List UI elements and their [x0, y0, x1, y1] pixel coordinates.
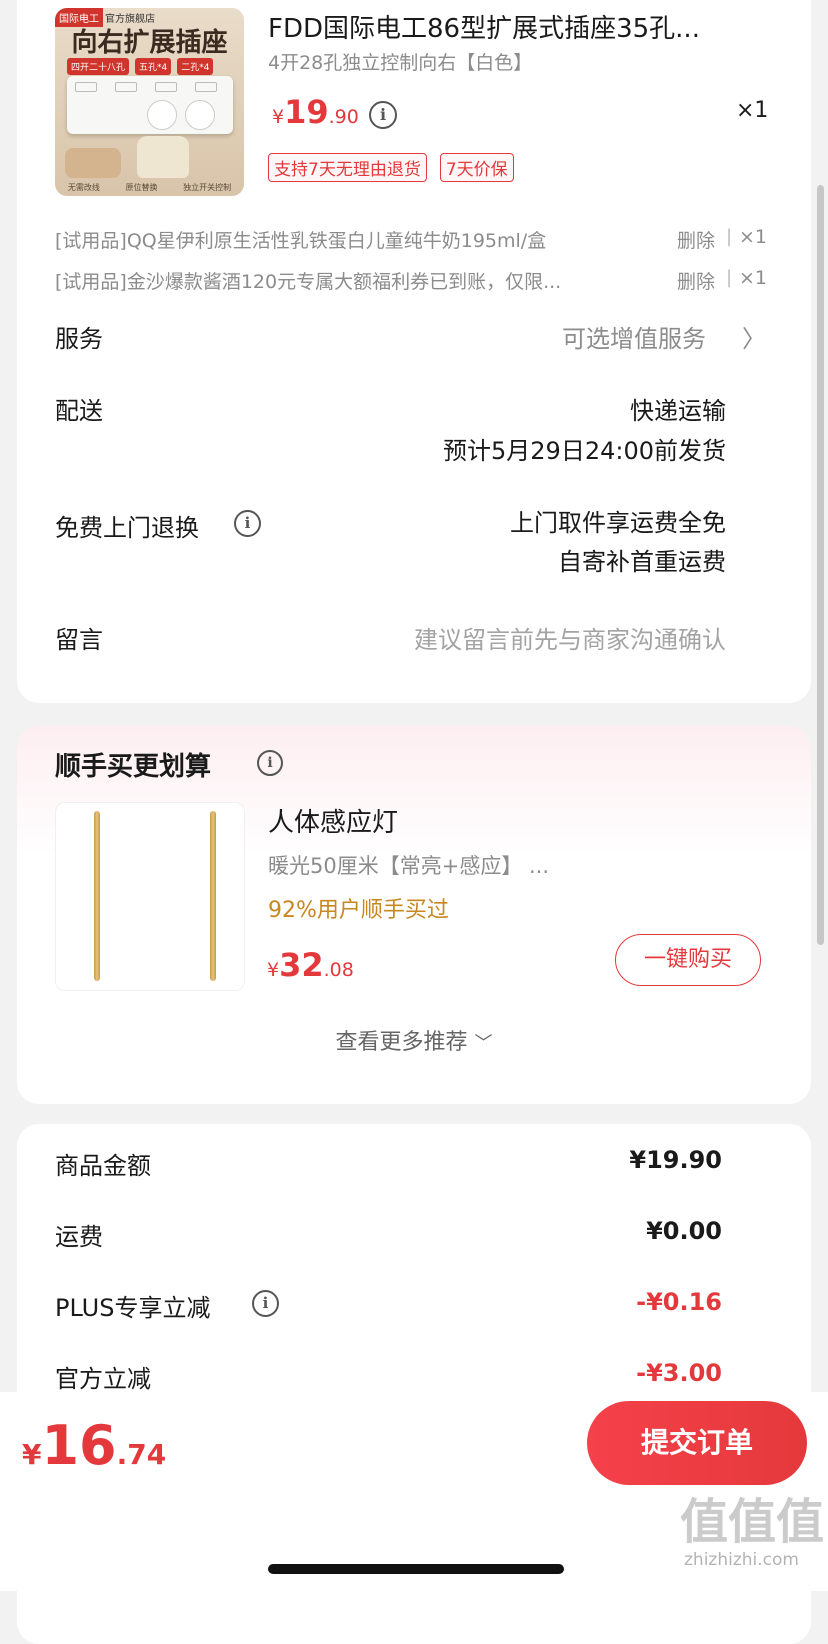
bundle-info-icon[interactable]: i: [257, 750, 283, 776]
trial-item-delete[interactable]: 删除: [677, 267, 715, 294]
switch-graphic: [115, 82, 137, 92]
price-symbol: ¥: [22, 1438, 42, 1471]
bundle-item-thumbnail[interactable]: [55, 802, 245, 991]
service-value[interactable]: 可选增值服务: [562, 319, 706, 354]
trial-separator: |: [726, 226, 733, 247]
total-integer: 16: [41, 1414, 117, 1477]
img-feature: 原位替换: [125, 183, 158, 192]
price-decimal: .90: [328, 106, 359, 128]
bundle-item-spec[interactable]: 暖光50厘米【常亮+感应】 ...: [268, 850, 549, 880]
trial-separator: |: [726, 267, 733, 288]
plug-graphic: [147, 100, 177, 130]
message-input[interactable]: 建议留言前先与商家沟通确认: [414, 620, 726, 655]
total-decimal: .74: [116, 1438, 167, 1471]
img-badge: 五孔*4: [135, 58, 172, 75]
delivery-method[interactable]: 快递运输: [630, 391, 726, 426]
more-recommendations-label: 查看更多推荐: [335, 1030, 468, 1055]
bundle-card: 顺手买更划算 i 人体感应灯 暖光50厘米【常亮+感应】 ... 92%用户顺手…: [17, 726, 811, 1104]
light-bar-graphic: [210, 811, 216, 981]
buy-now-button[interactable]: 一键购买: [615, 934, 761, 986]
product-quantity: ×1: [736, 98, 769, 123]
watermark-logo: 值值值: [680, 1494, 825, 1550]
home-indicator[interactable]: [268, 1564, 564, 1574]
socket-panel-graphic: [67, 76, 233, 134]
img-headline: 向右扩展插座: [71, 28, 228, 58]
chevron-down-icon: ﹀: [474, 1033, 493, 1054]
light-bar-graphic: [94, 811, 100, 981]
return-service-line2: 自寄补首重运费: [558, 548, 726, 576]
img-feature: 独立开关控制: [183, 183, 232, 192]
summary-row-label: PLUS专享立减: [55, 1294, 211, 1322]
price-integer: 19: [284, 93, 329, 131]
return-service-label: 免费上门退换: [55, 514, 199, 542]
summary-row-value: ¥19.90: [629, 1146, 722, 1174]
img-badge: 二孔*4: [177, 58, 214, 75]
summary-row-value: ¥0.00: [646, 1217, 722, 1245]
price-symbol: ¥: [267, 959, 280, 981]
bundle-item-social: 92%用户顺手买过: [268, 898, 449, 923]
order-card: 国际电工 官方旗舰店 向右扩展插座 四开二十八孔 五孔*4 二孔*4 无需改线 …: [17, 0, 811, 703]
trial-item-label: [试用品]QQ星伊利原生活性乳铁蛋白儿童纯牛奶195ml/盒: [55, 230, 547, 252]
tag-price-protect: 7天价保: [439, 153, 514, 182]
return-service-line1: 上门取件享运费全免: [510, 509, 726, 537]
img-badge-row: 四开二十八孔 五孔*4 二孔*4: [67, 58, 214, 75]
toaster-graphic: [65, 148, 121, 178]
plug-graphic: [185, 100, 215, 130]
img-feature: 无需改线: [67, 183, 100, 192]
summary-row-label: 官方立减: [55, 1365, 151, 1393]
summary-row-value: -¥0.16: [636, 1288, 722, 1316]
bundle-title: 顺手买更划算: [55, 752, 212, 782]
submit-order-button[interactable]: 提交订单: [587, 1401, 807, 1485]
chevron-right-icon[interactable]: 〉: [742, 319, 766, 354]
kettle-graphic: [137, 136, 189, 178]
bundle-item-price: ¥32.08: [267, 946, 354, 984]
product-title[interactable]: FDD国际电工86型扩展式插座35孔...: [268, 8, 700, 45]
trial-item-delete[interactable]: 删除: [677, 226, 715, 253]
switch-graphic: [195, 82, 217, 92]
watermark-url: zhizhizhi.com: [684, 1550, 799, 1570]
plus-discount-info-icon[interactable]: i: [252, 1290, 279, 1317]
switch-graphic: [75, 82, 97, 92]
price-decimal: .08: [323, 959, 354, 981]
trial-item-label: [试用品]金沙爆款酱酒120元专属大额福利券已到账，仅限...: [55, 271, 562, 293]
product-tags: 支持7天无理由退货 7天价保: [268, 153, 514, 182]
scrollbar[interactable]: [817, 185, 824, 945]
bundle-item-name[interactable]: 人体感应灯: [268, 802, 398, 839]
total-price: ¥16.74: [22, 1414, 166, 1477]
return-info-icon[interactable]: i: [234, 510, 261, 537]
trial-item-qty: ×1: [739, 226, 768, 248]
tag-return-policy: 支持7天无理由退货: [268, 153, 427, 182]
bottom-action-bar: ¥16.74 提交订单 值值值 zhizhizhi.com: [0, 1392, 828, 1591]
more-recommendations-link[interactable]: 查看更多推荐 ﹀: [17, 1024, 811, 1056]
img-feature-row: 无需改线 原位替换 独立开关控制: [55, 182, 244, 193]
price-symbol: ¥: [272, 106, 285, 128]
summary-row-label: 商品金额: [55, 1152, 151, 1180]
delivery-estimate: 预计5月29日24:00前发货: [443, 437, 726, 465]
product-thumbnail[interactable]: 国际电工 官方旗舰店 向右扩展插座 四开二十八孔 五孔*4 二孔*4 无需改线 …: [55, 8, 244, 196]
trial-item-qty: ×1: [739, 267, 768, 289]
img-badge: 四开二十八孔: [67, 58, 130, 75]
service-label: 服务: [55, 325, 103, 353]
price-info-icon[interactable]: i: [369, 101, 397, 129]
delivery-label: 配送: [55, 397, 103, 425]
summary-row-label: 运费: [55, 1223, 103, 1251]
summary-row-value: -¥3.00: [636, 1359, 722, 1387]
switch-graphic: [155, 82, 177, 92]
product-price: ¥19.90: [272, 93, 359, 131]
price-integer: 32: [279, 946, 324, 984]
product-spec[interactable]: 4开28孔独立控制向右【白色】: [268, 48, 532, 75]
message-label: 留言: [55, 626, 103, 654]
